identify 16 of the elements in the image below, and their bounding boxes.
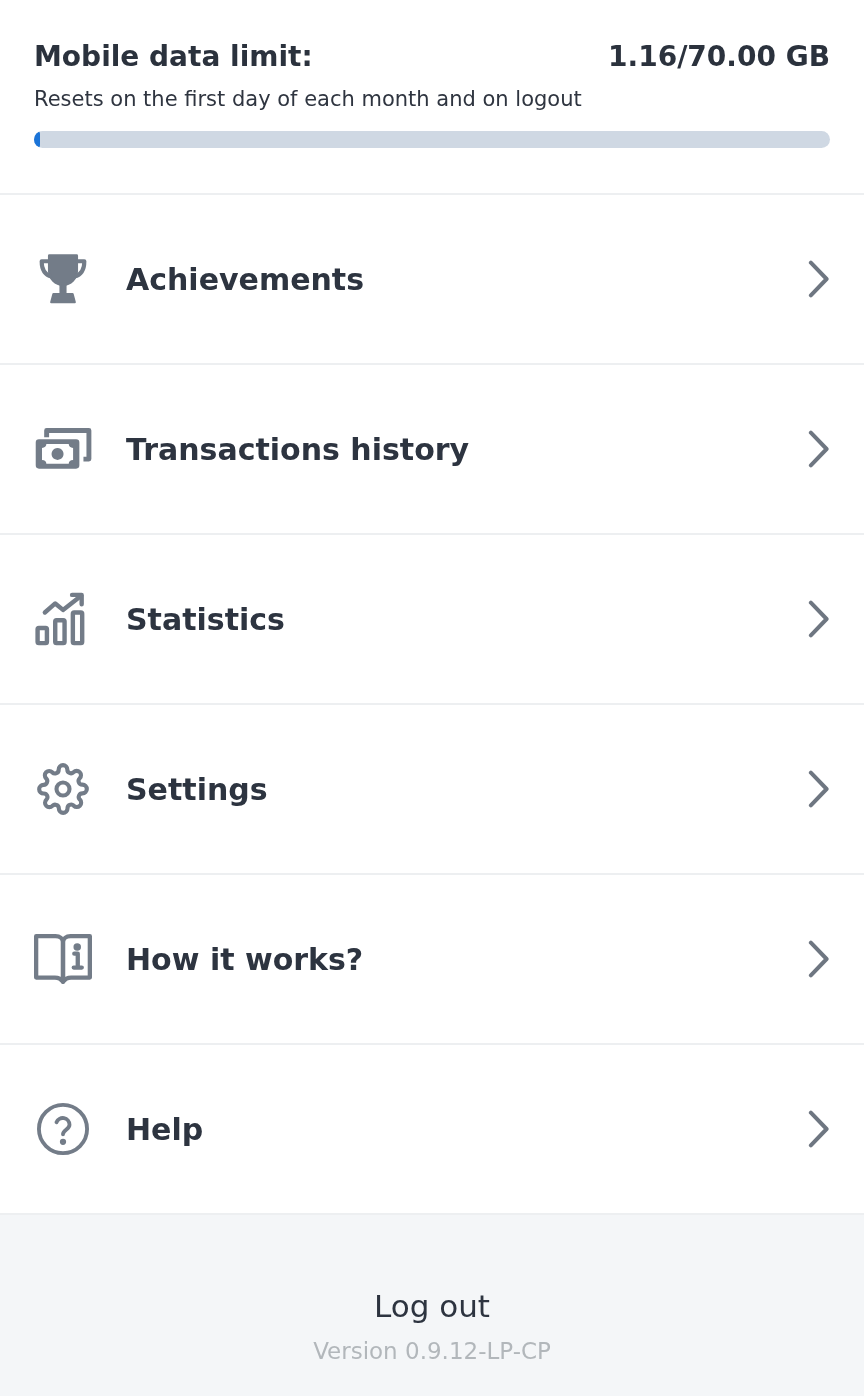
data-usage-value: 1.16/70.00 GB xyxy=(608,39,830,75)
trophy-icon xyxy=(38,253,88,305)
settings-icon xyxy=(37,763,89,815)
chevron-right-icon xyxy=(808,600,830,638)
version-text: Version 0.9.12-LP-CP xyxy=(313,1337,551,1366)
logout-button[interactable]: Log out xyxy=(374,1286,490,1326)
data-limit-title: Mobile data limit: xyxy=(34,39,313,75)
help-icon xyxy=(37,1103,89,1155)
chevron-right-icon xyxy=(808,430,830,468)
chevron-right-icon xyxy=(808,1110,830,1148)
chevron-right-icon xyxy=(808,940,830,978)
data-limit-note: Resets on the first day of each month and on logout xyxy=(34,86,582,112)
chevron-right-icon xyxy=(808,770,830,808)
book-info-icon xyxy=(34,934,92,984)
banknotes-icon xyxy=(33,426,93,472)
chevron-right-icon xyxy=(808,260,830,298)
